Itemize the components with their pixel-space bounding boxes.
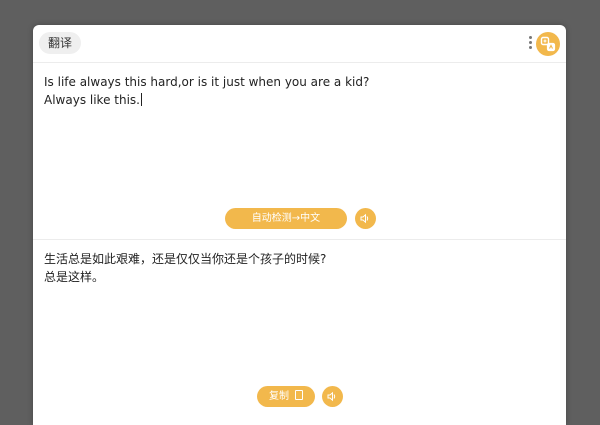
copy-button[interactable]: 复制 — [257, 386, 315, 407]
source-pane: Is life always this hard,or is it just w… — [33, 63, 566, 240]
more-vertical-icon[interactable] — [527, 36, 533, 52]
speaker-icon[interactable] — [355, 208, 376, 229]
source-line-text: Always like this. — [44, 93, 140, 107]
result-line: 总是这样。 — [44, 270, 105, 284]
source-line: Always like this. — [44, 91, 544, 109]
source-line: Is life always this hard,or is it just w… — [44, 75, 370, 89]
copy-icon — [295, 390, 303, 400]
translate-window: 翻译 Is life always this hard,or is it jus… — [33, 25, 566, 425]
result-line: 生活总是如此艰难，还是仅仅当你还是个孩子的时候? — [44, 252, 327, 266]
speaker-icon[interactable] — [322, 386, 343, 407]
text-caret — [140, 93, 142, 106]
result-text-area: 生活总是如此艰难，还是仅仅当你还是个孩子的时候? 总是这样。 — [44, 250, 544, 286]
header-bar: 翻译 — [33, 25, 566, 63]
copy-button-label: 复制 — [269, 391, 289, 402]
title-tab[interactable]: 翻译 — [39, 32, 82, 54]
source-text-area[interactable]: Is life always this hard,or is it just w… — [44, 73, 544, 109]
language-select-button[interactable]: 自动检测→中文 — [225, 208, 347, 229]
result-pane: 生活总是如此艰难，还是仅仅当你还是个孩子的时候? 总是这样。 复制 — [33, 240, 566, 425]
translate-logo-icon[interactable] — [536, 32, 560, 56]
